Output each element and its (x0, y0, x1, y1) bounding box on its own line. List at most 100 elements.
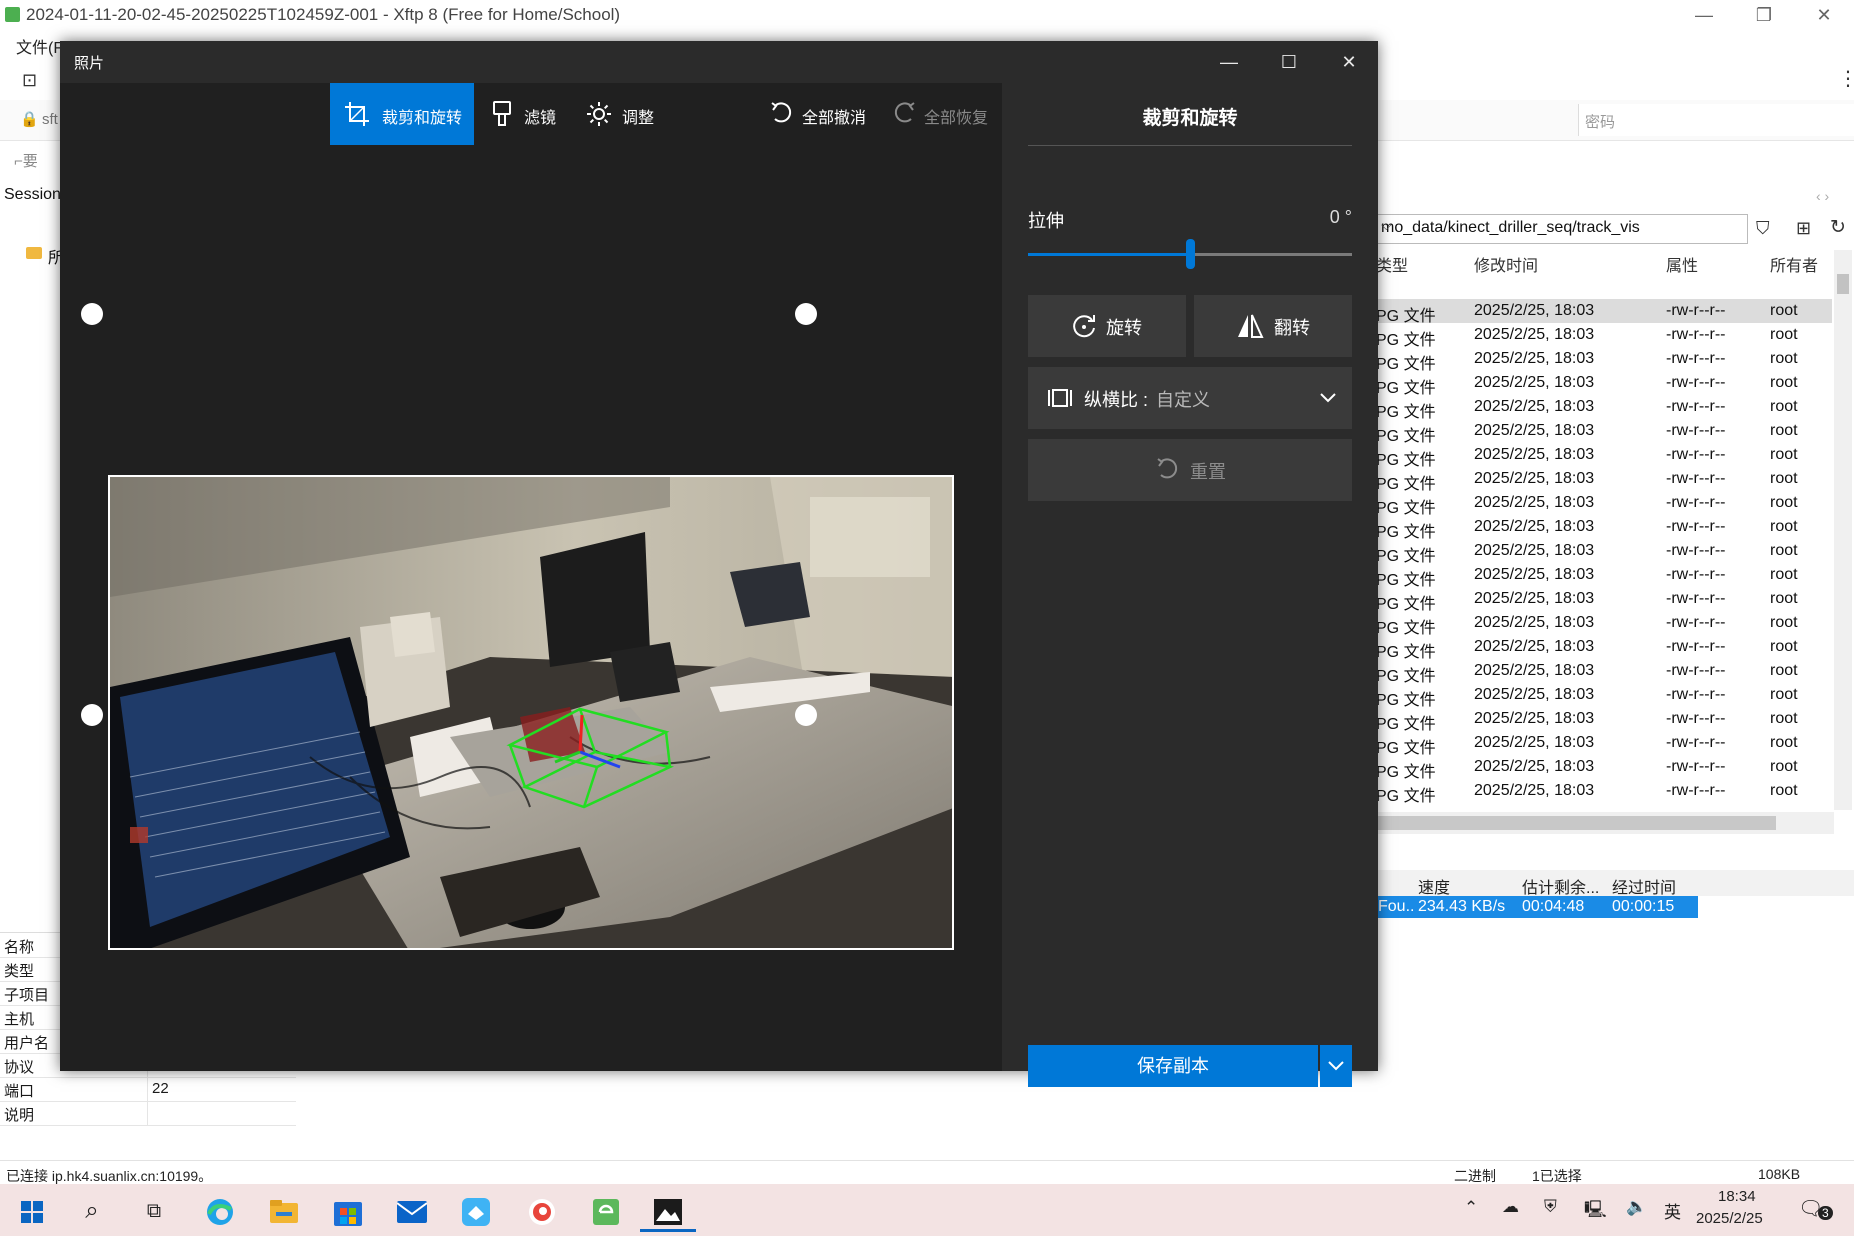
nav-arrows-icon[interactable]: ‹ › (1816, 188, 1829, 204)
property-row[interactable]: 端口 22 (0, 1077, 296, 1102)
table-row[interactable]: PG 文件 2025/2/25, 18:03 -rw-r--r-- root (1376, 515, 1832, 541)
col-remaining[interactable]: 估计剩余... (1522, 874, 1599, 898)
photos-close-icon[interactable]: ✕ (1320, 41, 1378, 83)
table-row[interactable]: PG 文件 2025/2/25, 18:03 -rw-r--r-- root (1376, 731, 1832, 757)
property-key: 端口 (4, 1083, 35, 1100)
table-row[interactable]: PG 文件 2025/2/25, 18:03 -rw-r--r-- root (1376, 539, 1832, 565)
undo-all-button[interactable]: 全部撤消 (770, 83, 870, 145)
cell-attr: -rw-r--r-- (1666, 446, 1726, 463)
chevron-down-icon[interactable]: ⌵ (1381, 217, 1741, 234)
photos-title-bar: 照片 — ☐ ✕ (60, 41, 1378, 83)
flip-icon (1238, 314, 1264, 338)
photos-taskbar-icon[interactable] (640, 1190, 696, 1232)
col-elapsed[interactable]: 经过时间 (1612, 874, 1676, 898)
file-list-scrollbar[interactable] (1834, 250, 1852, 810)
filter-tab[interactable]: 滤镜 (490, 83, 570, 145)
cell-modified: 2025/2/25, 18:03 (1474, 782, 1595, 799)
xftp-taskbar-icon[interactable] (578, 1190, 634, 1232)
table-row[interactable]: PG 文件 2025/2/25, 18:03 -rw-r--r-- root (1376, 611, 1832, 637)
mail-icon[interactable] (384, 1190, 440, 1232)
clock-time[interactable]: 18:34 (1718, 1188, 1756, 1205)
flip-button[interactable]: 翻转 (1194, 295, 1352, 357)
table-row[interactable]: PG 文件 2025/2/25, 18:03 -rw-r--r-- root (1376, 395, 1832, 421)
remote-path-input[interactable]: mo_data/kinect_driller_seq/track_vis ⌵ (1376, 214, 1748, 244)
address-input[interactable]: sft (42, 111, 58, 128)
table-row[interactable]: PG 文件 2025/2/25, 18:03 -rw-r--r-- root (1376, 563, 1832, 589)
col-speed[interactable]: 速度 (1418, 874, 1450, 898)
save-options-button[interactable] (1320, 1045, 1352, 1087)
file-list-hscrollbar[interactable] (1376, 812, 1834, 834)
more-options-icon[interactable]: ⋮ (1838, 66, 1854, 91)
new-folder-icon[interactable]: ⊞ (1796, 218, 1811, 239)
new-session-icon[interactable]: ⊡ (22, 70, 37, 91)
folder-icon (26, 247, 42, 259)
crop-rotate-tab[interactable]: 裁剪和旋转 (330, 83, 474, 145)
ime-indicator[interactable]: 英 (1664, 1198, 1681, 1223)
redo-all-button[interactable]: 全部恢复 (894, 83, 998, 145)
table-row[interactable]: PG 文件 2025/2/25, 18:03 -rw-r--r-- root (1376, 587, 1832, 613)
minimize-icon[interactable]: — (1674, 0, 1734, 30)
col-attr[interactable]: 属性 (1666, 252, 1698, 276)
crop-handle-bottom-left[interactable] (81, 704, 103, 726)
crop-handle-top-left[interactable] (81, 303, 103, 325)
aspect-ratio-dropdown[interactable]: 纵横比 : 自定义 (1028, 367, 1352, 429)
adjust-tab[interactable]: 调整 (586, 83, 666, 145)
col-modified[interactable]: 修改时间 (1474, 252, 1538, 276)
file-explorer-icon[interactable] (256, 1190, 312, 1232)
scroll-thumb[interactable] (1837, 274, 1849, 294)
edge-icon[interactable] (192, 1190, 248, 1232)
cell-owner: root (1770, 782, 1798, 799)
property-row[interactable]: 说明 (0, 1101, 296, 1126)
crop-handle-top-right[interactable] (795, 303, 817, 325)
crop-handle-bottom-right[interactable] (795, 704, 817, 726)
clock-date[interactable]: 2025/2/25 (1696, 1210, 1763, 1227)
start-icon[interactable] (4, 1190, 60, 1232)
table-row[interactable]: PG 文件 2025/2/25, 18:03 -rw-r--r-- root (1376, 659, 1832, 685)
table-row[interactable]: PG 文件 2025/2/25, 18:03 -rw-r--r-- root (1376, 635, 1832, 661)
restore-icon[interactable]: ❐ (1734, 0, 1794, 30)
refresh-icon[interactable]: ↻ (1830, 216, 1846, 239)
cell-attr: -rw-r--r-- (1666, 686, 1726, 703)
show-hidden-icons[interactable]: ⌃ (1464, 1198, 1478, 1218)
store-icon[interactable] (320, 1190, 376, 1232)
table-row[interactable]: PG 文件 2025/2/25, 18:03 -rw-r--r-- root (1376, 323, 1832, 349)
cell-attr: -rw-r--r-- (1666, 614, 1726, 631)
close-icon[interactable]: ✕ (1794, 0, 1854, 30)
security-icon[interactable]: ⛨ (1544, 1197, 1557, 1217)
rotate-button[interactable]: 旋转 (1028, 295, 1186, 357)
reset-button[interactable]: 重置 (1028, 439, 1352, 501)
photos-minimize-icon[interactable]: — (1200, 41, 1258, 83)
col-type[interactable]: 类型 (1376, 252, 1408, 276)
table-row[interactable]: PG 文件 2025/2/25, 18:03 -rw-r--r-- root (1376, 779, 1832, 805)
bookmark-icon[interactable]: ⛉ (1756, 218, 1770, 239)
task-view-icon[interactable]: ⧉ (126, 1190, 182, 1232)
table-row[interactable]: PG 文件 2025/2/25, 18:03 -rw-r--r-- root (1376, 683, 1832, 709)
photo-image[interactable] (108, 475, 954, 950)
feishu-icon[interactable] (448, 1190, 504, 1232)
table-row[interactable]: PG 文件 2025/2/25, 18:03 -rw-r--r-- root (1376, 707, 1832, 733)
stretch-slider-thumb[interactable] (1186, 239, 1195, 269)
edit-toolbar: 裁剪和旋转 滤镜 调整 全部撤消 全部恢复 (60, 83, 1002, 145)
table-row[interactable]: PG 文件 2025/2/25, 18:03 -rw-r--r-- root (1376, 299, 1832, 325)
app-swirl-icon[interactable] (514, 1190, 570, 1232)
table-row[interactable]: PG 文件 2025/2/25, 18:03 -rw-r--r-- root (1376, 467, 1832, 493)
search-icon[interactable]: ⌕ (64, 1190, 120, 1232)
save-copy-button[interactable]: 保存副本 (1028, 1045, 1318, 1087)
password-field[interactable]: 密码 (1578, 104, 1854, 136)
volume-icon[interactable]: 🔈 (1626, 1197, 1647, 1217)
network-icon[interactable]: 🖳 (1584, 1197, 1607, 1226)
photos-maximize-icon[interactable]: ☐ (1260, 41, 1318, 83)
table-row[interactable]: PG 文件 2025/2/25, 18:03 -rw-r--r-- root (1376, 755, 1832, 781)
onedrive-icon[interactable]: ☁ (1502, 1197, 1519, 1217)
transfer-header: 速度 估计剩余... 经过时间 (1376, 870, 1854, 898)
transfer-row[interactable]: Fou.. 234.43 KB/s 00:04:48 00:00:15 (1376, 896, 1698, 918)
cell-owner: root (1770, 326, 1798, 343)
table-row[interactable]: PG 文件 2025/2/25, 18:03 -rw-r--r-- root (1376, 443, 1832, 469)
table-row[interactable]: PG 文件 2025/2/25, 18:03 -rw-r--r-- root (1376, 371, 1832, 397)
table-row[interactable]: PG 文件 2025/2/25, 18:03 -rw-r--r-- root (1376, 347, 1832, 373)
table-row[interactable]: PG 文件 2025/2/25, 18:03 -rw-r--r-- root (1376, 419, 1832, 445)
table-row[interactable]: PG 文件 2025/2/25, 18:03 -rw-r--r-- root (1376, 491, 1832, 517)
col-owner[interactable]: 所有者 (1770, 252, 1818, 276)
aspect-ratio-value: 自定义 (1156, 390, 1210, 410)
hscroll-thumb[interactable] (1376, 816, 1776, 830)
